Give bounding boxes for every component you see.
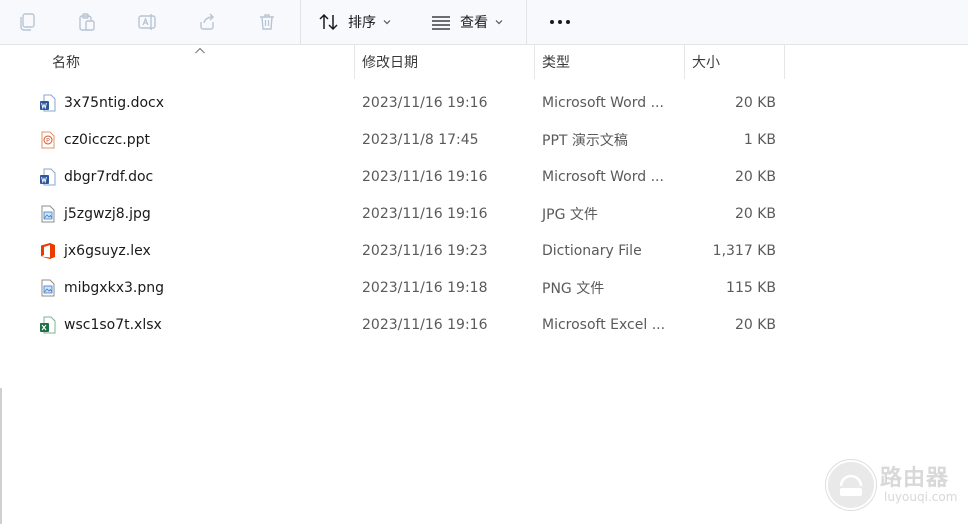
file-type: Dictionary File — [542, 242, 642, 259]
view-icon — [432, 16, 450, 30]
chevron-down-icon — [495, 20, 503, 25]
file-name-cell[interactable]: jx6gsuyz.lex — [38, 232, 151, 269]
toolbar-separator — [300, 0, 301, 44]
file-name-cell[interactable]: dbgr7rdf.doc — [38, 158, 153, 195]
copy-icon — [20, 13, 35, 31]
file-type: PNG 文件 — [542, 280, 605, 297]
file-date: 2023/11/16 19:16 — [362, 205, 488, 222]
file-size: 20 KB — [734, 316, 776, 333]
file-name: dbgr7rdf.doc — [64, 168, 154, 185]
command-bar: 排序 查看 — [0, 0, 968, 45]
rename-button[interactable] — [130, 6, 164, 38]
watermark-title: 路由器 — [880, 466, 950, 491]
column-header-size[interactable]: 大小 — [692, 45, 720, 79]
file-date: 2023/11/16 19:16 — [362, 94, 488, 111]
chevron-down-icon — [383, 20, 391, 25]
file-name: cz0icczc.ppt — [64, 131, 150, 148]
file-name: 3x75ntig.docx — [64, 94, 165, 111]
svg-text:P: P — [46, 136, 50, 144]
column-separator[interactable] — [784, 45, 785, 79]
file-size: 1 KB — [743, 131, 776, 148]
excel-file-icon — [38, 315, 58, 335]
file-size: 20 KB — [734, 168, 776, 185]
column-separator[interactable] — [354, 45, 355, 79]
image-file-icon — [38, 204, 58, 224]
router-icon — [839, 474, 863, 496]
file-row[interactable]: jx6gsuyz.lex 2023/11/16 19:23 Dictionary F… — [0, 232, 968, 269]
column-header-type[interactable]: 类型 — [542, 45, 570, 79]
file-type: Microsoft Word ... — [542, 168, 664, 185]
file-name-cell[interactable]: wsc1so7t.xlsx — [38, 306, 162, 343]
word-file-icon — [38, 93, 58, 113]
file-name: j5zgwzj8.jpg — [64, 205, 151, 222]
file-name-cell[interactable]: 3x75ntig.docx — [38, 84, 164, 121]
share-button[interactable] — [190, 6, 224, 38]
office-file-icon — [38, 241, 58, 261]
file-name: jx6gsuyz.lex — [64, 242, 151, 259]
file-date: 2023/11/16 19:16 — [362, 168, 488, 185]
file-name-cell[interactable]: mibgxkx3.png — [38, 269, 164, 306]
paste-icon — [79, 13, 95, 31]
file-type: Microsoft Word ... — [542, 94, 664, 111]
column-separator[interactable] — [534, 45, 535, 79]
file-row[interactable]: dbgr7rdf.doc 2023/11/16 19:16 Microsoft Wo… — [0, 158, 968, 195]
file-type: PPT 演示文稿 — [542, 132, 628, 149]
sort-ascending-icon — [195, 47, 205, 54]
file-row[interactable]: wsc1so7t.xlsx 2023/11/16 19:16 Microsoft E… — [0, 306, 968, 343]
view-button[interactable]: 查看 — [430, 6, 504, 38]
file-row[interactable]: mibgxkx3.png 2023/11/16 19:18 PNG 文件 115 KB — [0, 269, 968, 306]
file-date: 2023/11/16 19:18 — [362, 279, 488, 296]
more-icon — [550, 20, 570, 24]
share-icon — [200, 13, 214, 30]
file-size: 1,317 KB — [712, 242, 776, 259]
column-separator[interactable] — [684, 45, 685, 79]
view-label: 查看 — [460, 15, 488, 31]
column-header-row: 名称 修改日期 类型 大小 — [0, 45, 968, 79]
file-date: 2023/11/16 19:16 — [362, 316, 488, 333]
file-type: Microsoft Excel ... — [542, 316, 666, 333]
file-size: 20 KB — [734, 94, 776, 111]
ppt-file-icon: P — [38, 130, 58, 150]
file-row[interactable]: Pcz0icczc.ppt 2023/11/8 17:45 PPT 演示文稿 1 KB — [0, 121, 968, 158]
pane-divider[interactable] — [0, 388, 2, 524]
toolbar-separator — [526, 0, 527, 44]
image-file-icon — [38, 278, 58, 298]
file-row[interactable]: j5zgwzj8.jpg 2023/11/16 19:16 JPG 文件 20 KB — [0, 195, 968, 232]
watermark: 路由器 luyouqi.com — [826, 458, 958, 512]
column-header-date[interactable]: 修改日期 — [362, 45, 418, 79]
more-options-button[interactable] — [543, 6, 577, 38]
file-name-cell[interactable]: j5zgwzj8.jpg — [38, 195, 151, 232]
copy-button[interactable] — [10, 6, 44, 38]
file-row[interactable]: 3x75ntig.docx 2023/11/16 19:16 Microsoft W… — [0, 84, 968, 121]
file-size: 115 KB — [726, 279, 776, 296]
file-name-cell[interactable]: Pcz0icczc.ppt — [38, 121, 150, 158]
rename-icon — [138, 14, 156, 30]
file-date: 2023/11/16 19:23 — [362, 242, 488, 259]
watermark-subtitle: luyouqi.com — [884, 490, 958, 504]
sort-icon — [319, 13, 338, 31]
file-type: JPG 文件 — [542, 206, 598, 223]
sort-label: 排序 — [348, 15, 376, 31]
file-name: wsc1so7t.xlsx — [64, 316, 162, 333]
file-size: 20 KB — [734, 205, 776, 222]
file-date: 2023/11/8 17:45 — [362, 131, 479, 148]
word-file-icon — [38, 167, 58, 187]
sort-button[interactable]: 排序 — [318, 6, 392, 38]
delete-icon — [260, 14, 274, 30]
watermark-logo — [826, 460, 876, 510]
delete-button[interactable] — [250, 6, 284, 38]
column-header-name[interactable]: 名称 — [52, 45, 80, 79]
paste-button[interactable] — [70, 6, 104, 38]
file-name: mibgxkx3.png — [64, 279, 164, 296]
